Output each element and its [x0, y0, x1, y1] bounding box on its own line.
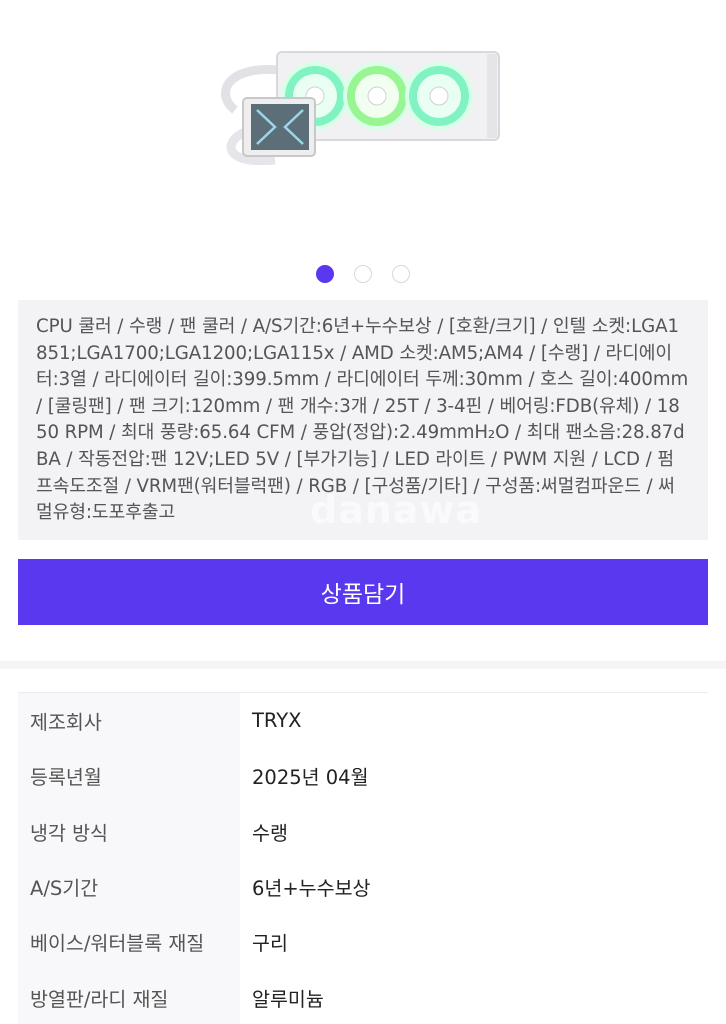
table-row: 냉각 방식 수랭: [18, 803, 708, 859]
info-label: 냉각 방식: [18, 803, 240, 859]
info-value: 2025년 04월: [252, 766, 369, 790]
table-row: A/S기간 6년+누수보상: [18, 858, 708, 915]
info-value: 구리: [252, 932, 288, 956]
info-label: 베이스/워터블록 재질: [18, 914, 240, 970]
product-image: [221, 51, 500, 165]
product-info-table: 제조회사 TRYX 등록년월 2025년 04월 냉각 방식 수랭 A/S기간 …: [18, 693, 708, 1024]
info-label: 방열판/라디 재질: [18, 969, 240, 1024]
pagination-dot-2[interactable]: [354, 265, 372, 283]
info-value: TRYX: [252, 709, 302, 733]
pagination-dot-3[interactable]: [392, 265, 410, 283]
add-to-cart-button[interactable]: 상품담기: [18, 559, 708, 625]
table-row: 방열판/라디 재질 알루미늄: [18, 969, 708, 1024]
watermark: danawa: [310, 488, 483, 532]
table-row: 제조회사 TRYX: [18, 693, 708, 749]
section-divider: [0, 661, 726, 669]
info-value: 수랭: [252, 821, 288, 845]
table-row: 등록년월 2025년 04월: [18, 748, 708, 804]
info-value: 알루미늄: [252, 987, 324, 1011]
product-image-carousel[interactable]: [0, 0, 726, 250]
info-value: 6년+누수보상: [252, 877, 371, 901]
table-row: 베이스/워터블록 재질 구리: [18, 914, 708, 970]
info-label: 제조회사: [18, 693, 240, 749]
pagination-dot-1[interactable]: [316, 265, 334, 283]
carousel-pagination: [0, 265, 726, 283]
info-label: 등록년월: [18, 748, 240, 804]
info-label: A/S기간: [18, 858, 240, 915]
